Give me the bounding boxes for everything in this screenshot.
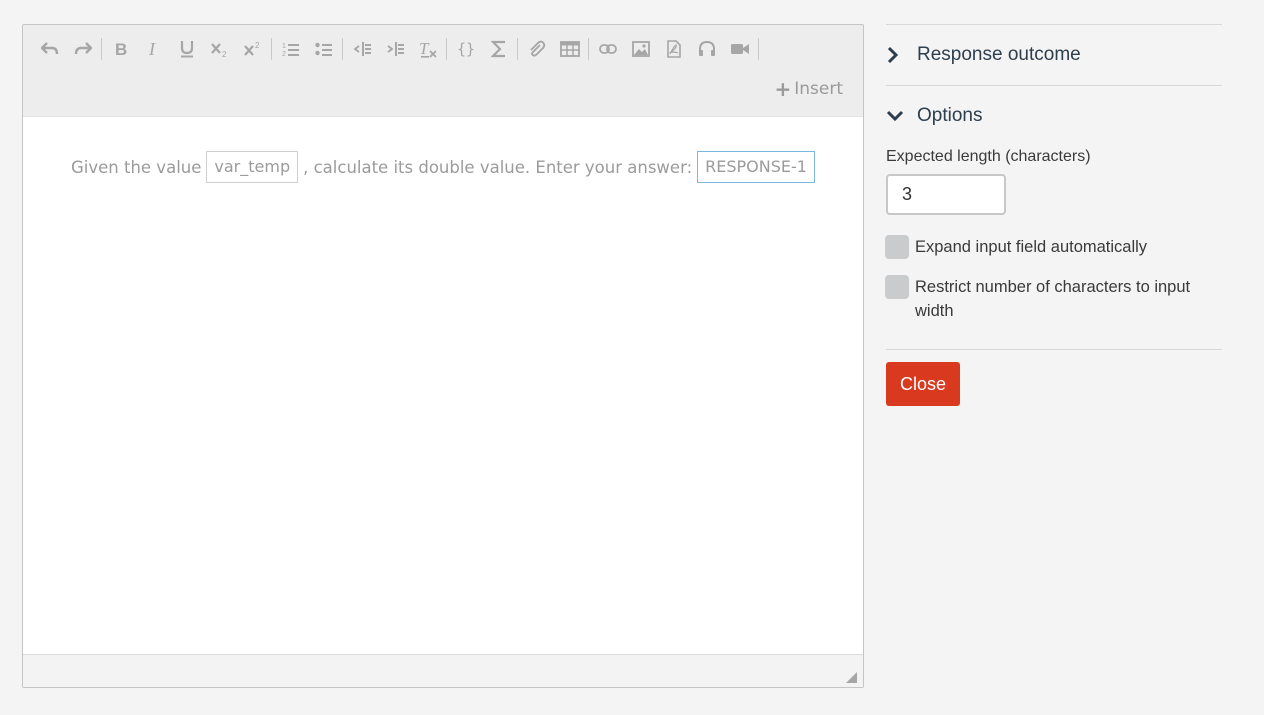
indent-icon[interactable] [378, 37, 411, 61]
variable-chip[interactable]: var_temp [206, 151, 299, 183]
expand-checkbox[interactable] [885, 235, 909, 259]
subscript-icon[interactable]: 2 [203, 37, 236, 61]
audio-icon[interactable] [690, 37, 723, 61]
response-outcome-toggle[interactable]: Response outcome [886, 25, 1222, 85]
chevron-down-icon [886, 109, 917, 123]
insert-label: Insert [794, 79, 843, 99]
toolbar-separator [271, 38, 272, 60]
toolbar-buttons: B I 2 2 1 2 T{} [33, 37, 761, 61]
rich-text-editor: B I 2 2 1 2 T{} + Insert Given the value var_t… [22, 24, 864, 688]
image-icon[interactable] [624, 37, 657, 61]
numbered-list-icon[interactable]: 12 [274, 37, 307, 61]
outdent-icon[interactable] [345, 37, 378, 61]
toolbar-separator [342, 38, 343, 60]
expand-label: Expand input field automatically [915, 238, 1148, 256]
options-toggle[interactable]: Options [886, 86, 1222, 146]
braces-icon[interactable]: {} [449, 37, 482, 61]
question-text-before: Given the value [71, 157, 202, 177]
svg-text:B: B [115, 41, 127, 57]
options-label: Options [917, 105, 983, 126]
editor-statusbar [23, 654, 863, 687]
bold-icon[interactable]: B [104, 37, 137, 61]
underline-icon[interactable] [170, 37, 203, 61]
toolbar-separator [101, 38, 102, 60]
attachment-icon[interactable] [520, 37, 553, 61]
svg-text:I: I [148, 41, 156, 57]
expected-length-value: 3 [902, 184, 913, 204]
svg-text:1: 1 [282, 43, 286, 50]
plus-icon: + [774, 77, 792, 101]
restrict-label: Restrict number of characters to input w… [915, 278, 1191, 320]
svg-text:2: 2 [255, 41, 260, 50]
toolbar-separator [517, 38, 518, 60]
question-text-after: , calculate its double value. Enter your… [303, 157, 693, 177]
response-chip[interactable]: RESPONSE-1 [697, 151, 815, 183]
response-outcome-label: Response outcome [917, 44, 1081, 65]
expected-length-label: Expected length (characters) [886, 148, 1091, 165]
svg-text:2: 2 [222, 50, 227, 57]
pdf-icon[interactable] [657, 37, 690, 61]
expand-option: Expand input field automatically [885, 235, 1222, 259]
editor-toolbar: B I 2 2 1 2 T{} + Insert [23, 25, 863, 117]
superscript-icon[interactable]: 2 [236, 37, 269, 61]
resize-handle-icon[interactable] [846, 672, 857, 683]
table-icon[interactable] [553, 37, 586, 61]
toolbar-separator [758, 38, 759, 60]
divider [886, 349, 1222, 350]
undo-icon[interactable] [33, 37, 66, 61]
redo-icon[interactable] [66, 37, 99, 61]
settings-panel: Response outcome Options Expected length… [885, 24, 1222, 406]
svg-text:{}: {} [457, 41, 475, 57]
toolbar-separator [588, 38, 589, 60]
editor-content[interactable]: Given the value var_temp , calculate its… [71, 151, 823, 183]
link-icon[interactable] [591, 37, 624, 61]
svg-text:2: 2 [282, 51, 286, 57]
italic-icon[interactable]: I [137, 37, 170, 61]
svg-text:T: T [419, 40, 430, 58]
video-icon[interactable] [723, 37, 756, 61]
chevron-right-icon [886, 46, 917, 64]
restrict-checkbox[interactable] [885, 275, 909, 299]
close-button[interactable]: Close [886, 362, 960, 406]
bullet-list-icon[interactable] [307, 37, 340, 61]
toolbar-separator [446, 38, 447, 60]
clear-format-icon[interactable]: T [411, 37, 444, 61]
restrict-option: Restrict number of characters to input w… [885, 275, 1222, 323]
sigma-icon[interactable] [482, 37, 515, 61]
expected-length-input[interactable]: 3 [886, 174, 1006, 215]
insert-button[interactable]: + Insert [774, 79, 843, 99]
